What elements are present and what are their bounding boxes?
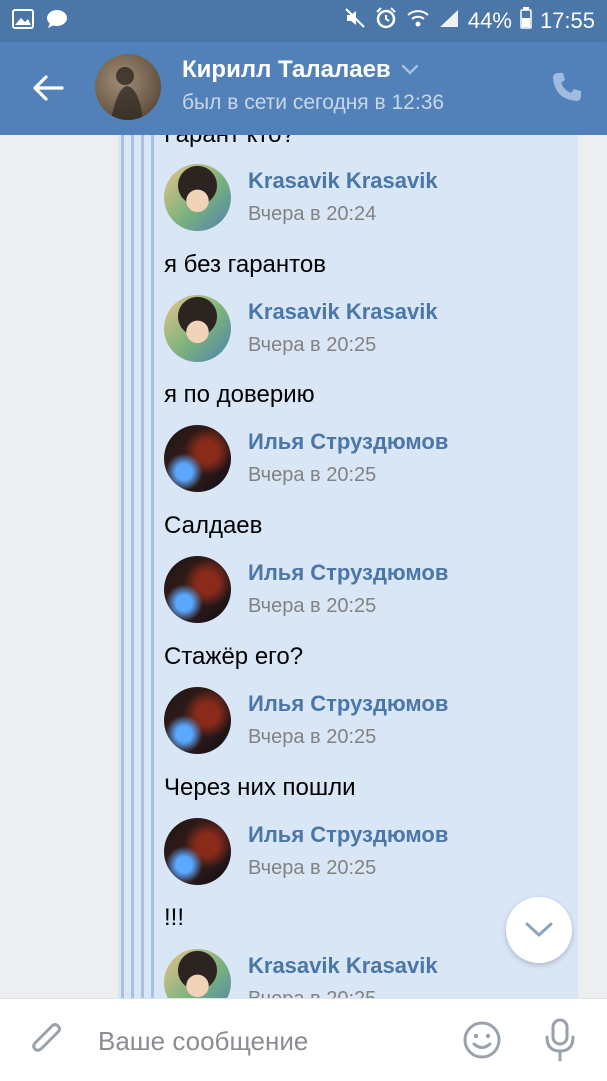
- message-time: Вчера в 20:24: [248, 203, 377, 225]
- author-name[interactable]: Krasavik Krasavik: [248, 299, 438, 325]
- avatar[interactable]: [164, 556, 231, 623]
- status-bar: 44% 17:55: [0, 0, 607, 42]
- message-text: Гарант кто?: [164, 135, 295, 149]
- message-composer: [0, 998, 607, 1081]
- chevron-down-icon: [401, 64, 418, 75]
- avatar[interactable]: [95, 54, 161, 120]
- mute-icon: [344, 7, 366, 35]
- avatar[interactable]: [164, 818, 231, 885]
- call-button[interactable]: [550, 70, 584, 104]
- contact-status: был в сети сегодня в 12:36: [182, 91, 445, 114]
- battery-icon: [520, 7, 532, 35]
- avatar[interactable]: [164, 295, 231, 362]
- phone-icon: [553, 73, 581, 101]
- chat-bubble-icon: [46, 9, 68, 34]
- paperclip-icon: [32, 1023, 61, 1052]
- chat-header: Кирилл Талалаев был в сети сегодня в 12:…: [0, 42, 607, 135]
- message-author-row: Илья Струздюмов Вчера в 20:25: [164, 818, 564, 886]
- avatar[interactable]: [164, 949, 231, 998]
- forward-line: [141, 135, 144, 998]
- wifi-icon: [406, 8, 430, 34]
- image-icon: [12, 8, 34, 34]
- message-input[interactable]: [96, 1017, 440, 1065]
- contact-name: Кирилл Талалаев: [182, 56, 391, 83]
- author-name[interactable]: Илья Струздюмов: [248, 560, 448, 586]
- message-time: Вчера в 20:25: [248, 334, 377, 356]
- message-text: Стажёр его?: [164, 643, 304, 670]
- chevron-down-icon: [525, 922, 553, 937]
- message-list[interactable]: Гарант кто? Krasavik Krasavik Вчера в 20…: [0, 135, 607, 998]
- message-text: я по доверию: [164, 381, 315, 408]
- message-author-row: Krasavik Krasavik Вчера в 20:24: [164, 164, 564, 232]
- smiley-icon: [463, 1021, 501, 1059]
- message-author-row: Илья Струздюмов Вчера в 20:25: [164, 556, 564, 624]
- battery-level: 44%: [467, 8, 512, 33]
- author-name[interactable]: Илья Струздюмов: [248, 429, 448, 455]
- alarm-icon: [374, 6, 398, 36]
- clock: 17:55: [539, 8, 595, 33]
- voice-message-button[interactable]: [542, 1017, 578, 1063]
- message-time: Вчера в 20:25: [248, 726, 377, 748]
- back-button[interactable]: [30, 70, 66, 106]
- message-time: Вчера в 20:25: [248, 857, 377, 879]
- microphone-icon: [545, 1018, 575, 1062]
- avatar[interactable]: [164, 425, 231, 492]
- message-author-row: Krasavik Krasavik Вчера в 20:25: [164, 949, 564, 998]
- message-time: Вчера в 20:25: [248, 464, 377, 486]
- signal-icon: [438, 8, 460, 34]
- attach-button[interactable]: [28, 1020, 66, 1060]
- message-text: !!!: [164, 904, 185, 931]
- message-author-row: Илья Струздюмов Вчера в 20:25: [164, 687, 564, 755]
- arrow-left-icon: [33, 75, 64, 101]
- avatar[interactable]: [164, 164, 231, 231]
- author-name[interactable]: Krasavik Krasavik: [248, 168, 438, 194]
- forward-line: [121, 135, 124, 998]
- message-text: Салдаев: [164, 512, 263, 539]
- forward-line: [131, 135, 134, 998]
- contact-name-button[interactable]: Кирилл Талалаев: [182, 56, 419, 84]
- message-time: Вчера в 20:25: [248, 595, 377, 617]
- avatar[interactable]: [164, 687, 231, 754]
- forward-line: [151, 135, 154, 998]
- message-time: Вчера в 20:25: [248, 988, 376, 998]
- emoji-button[interactable]: [462, 1020, 502, 1060]
- message-text: Через них пошли: [164, 774, 356, 801]
- message-text: я без гарантов: [164, 251, 326, 278]
- author-name[interactable]: Илья Струздюмов: [248, 691, 448, 717]
- author-name[interactable]: Илья Струздюмов: [248, 822, 448, 848]
- scroll-to-bottom-button[interactable]: [506, 897, 572, 963]
- message-author-row: Илья Струздюмов Вчера в 20:25: [164, 425, 564, 493]
- author-name[interactable]: Krasavik Krasavik: [248, 953, 438, 979]
- message-author-row: Krasavik Krasavik Вчера в 20:25: [164, 295, 564, 363]
